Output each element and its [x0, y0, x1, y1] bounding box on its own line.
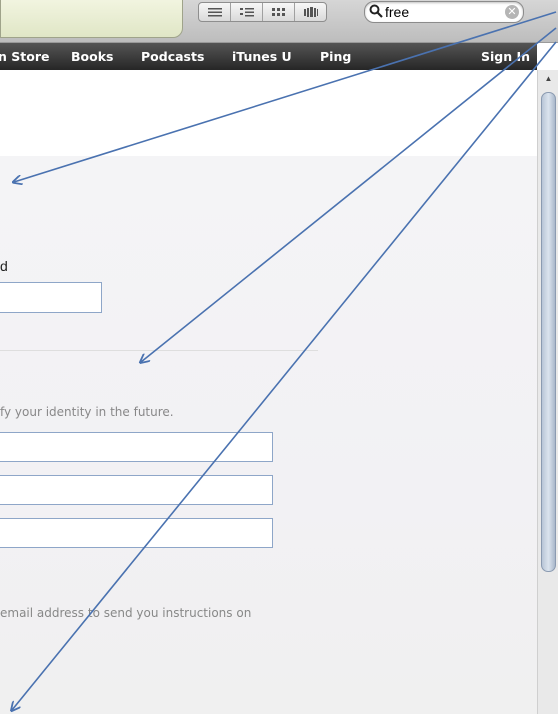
list-view-icon — [207, 8, 222, 17]
security-question-field[interactable] — [0, 432, 273, 462]
clear-search-icon[interactable]: ✕ — [505, 5, 519, 19]
sign-in-link[interactable]: Sign In — [481, 49, 530, 64]
status-display — [0, 0, 183, 38]
search-input[interactable] — [385, 3, 495, 20]
password-label: d — [0, 258, 8, 274]
password-field[interactable] — [0, 282, 102, 313]
nav-item-ping[interactable]: Ping — [320, 49, 351, 64]
account-form-page: d fy your identity in the future. email … — [0, 70, 537, 714]
grid-view-button[interactable] — [263, 3, 295, 21]
scrollbar-thumb[interactable] — [541, 92, 556, 572]
search-box[interactable]: ✕ — [364, 1, 524, 23]
search-icon — [369, 4, 383, 18]
nav-item-podcasts[interactable]: Podcasts — [141, 49, 204, 64]
date-of-birth-field[interactable] — [0, 518, 273, 548]
view-mode-group — [198, 2, 327, 22]
nav-item-app-store[interactable]: n Store — [0, 49, 49, 64]
coverflow-icon — [303, 7, 318, 17]
rescue-email-hint: email address to send you instructions o… — [0, 606, 252, 620]
scrollbar[interactable]: ▲ — [537, 70, 558, 714]
security-answer-field[interactable] — [0, 475, 273, 505]
store-nav-bar: n Store Books Podcasts iTunes U Ping Sig… — [0, 43, 537, 71]
album-view-button[interactable] — [231, 3, 263, 21]
toolbar: ✕ — [0, 0, 558, 43]
nav-item-books[interactable]: Books — [71, 49, 113, 64]
scroll-up-arrow-icon[interactable]: ▲ — [538, 70, 558, 86]
section-divider — [0, 350, 318, 351]
album-list-icon — [239, 8, 254, 17]
security-questions-hint: fy your identity in the future. — [0, 405, 174, 419]
coverflow-view-button[interactable] — [295, 3, 326, 21]
nav-item-itunes-u[interactable]: iTunes U — [232, 49, 292, 64]
grid-view-icon — [271, 8, 285, 16]
list-view-button[interactable] — [199, 3, 231, 21]
